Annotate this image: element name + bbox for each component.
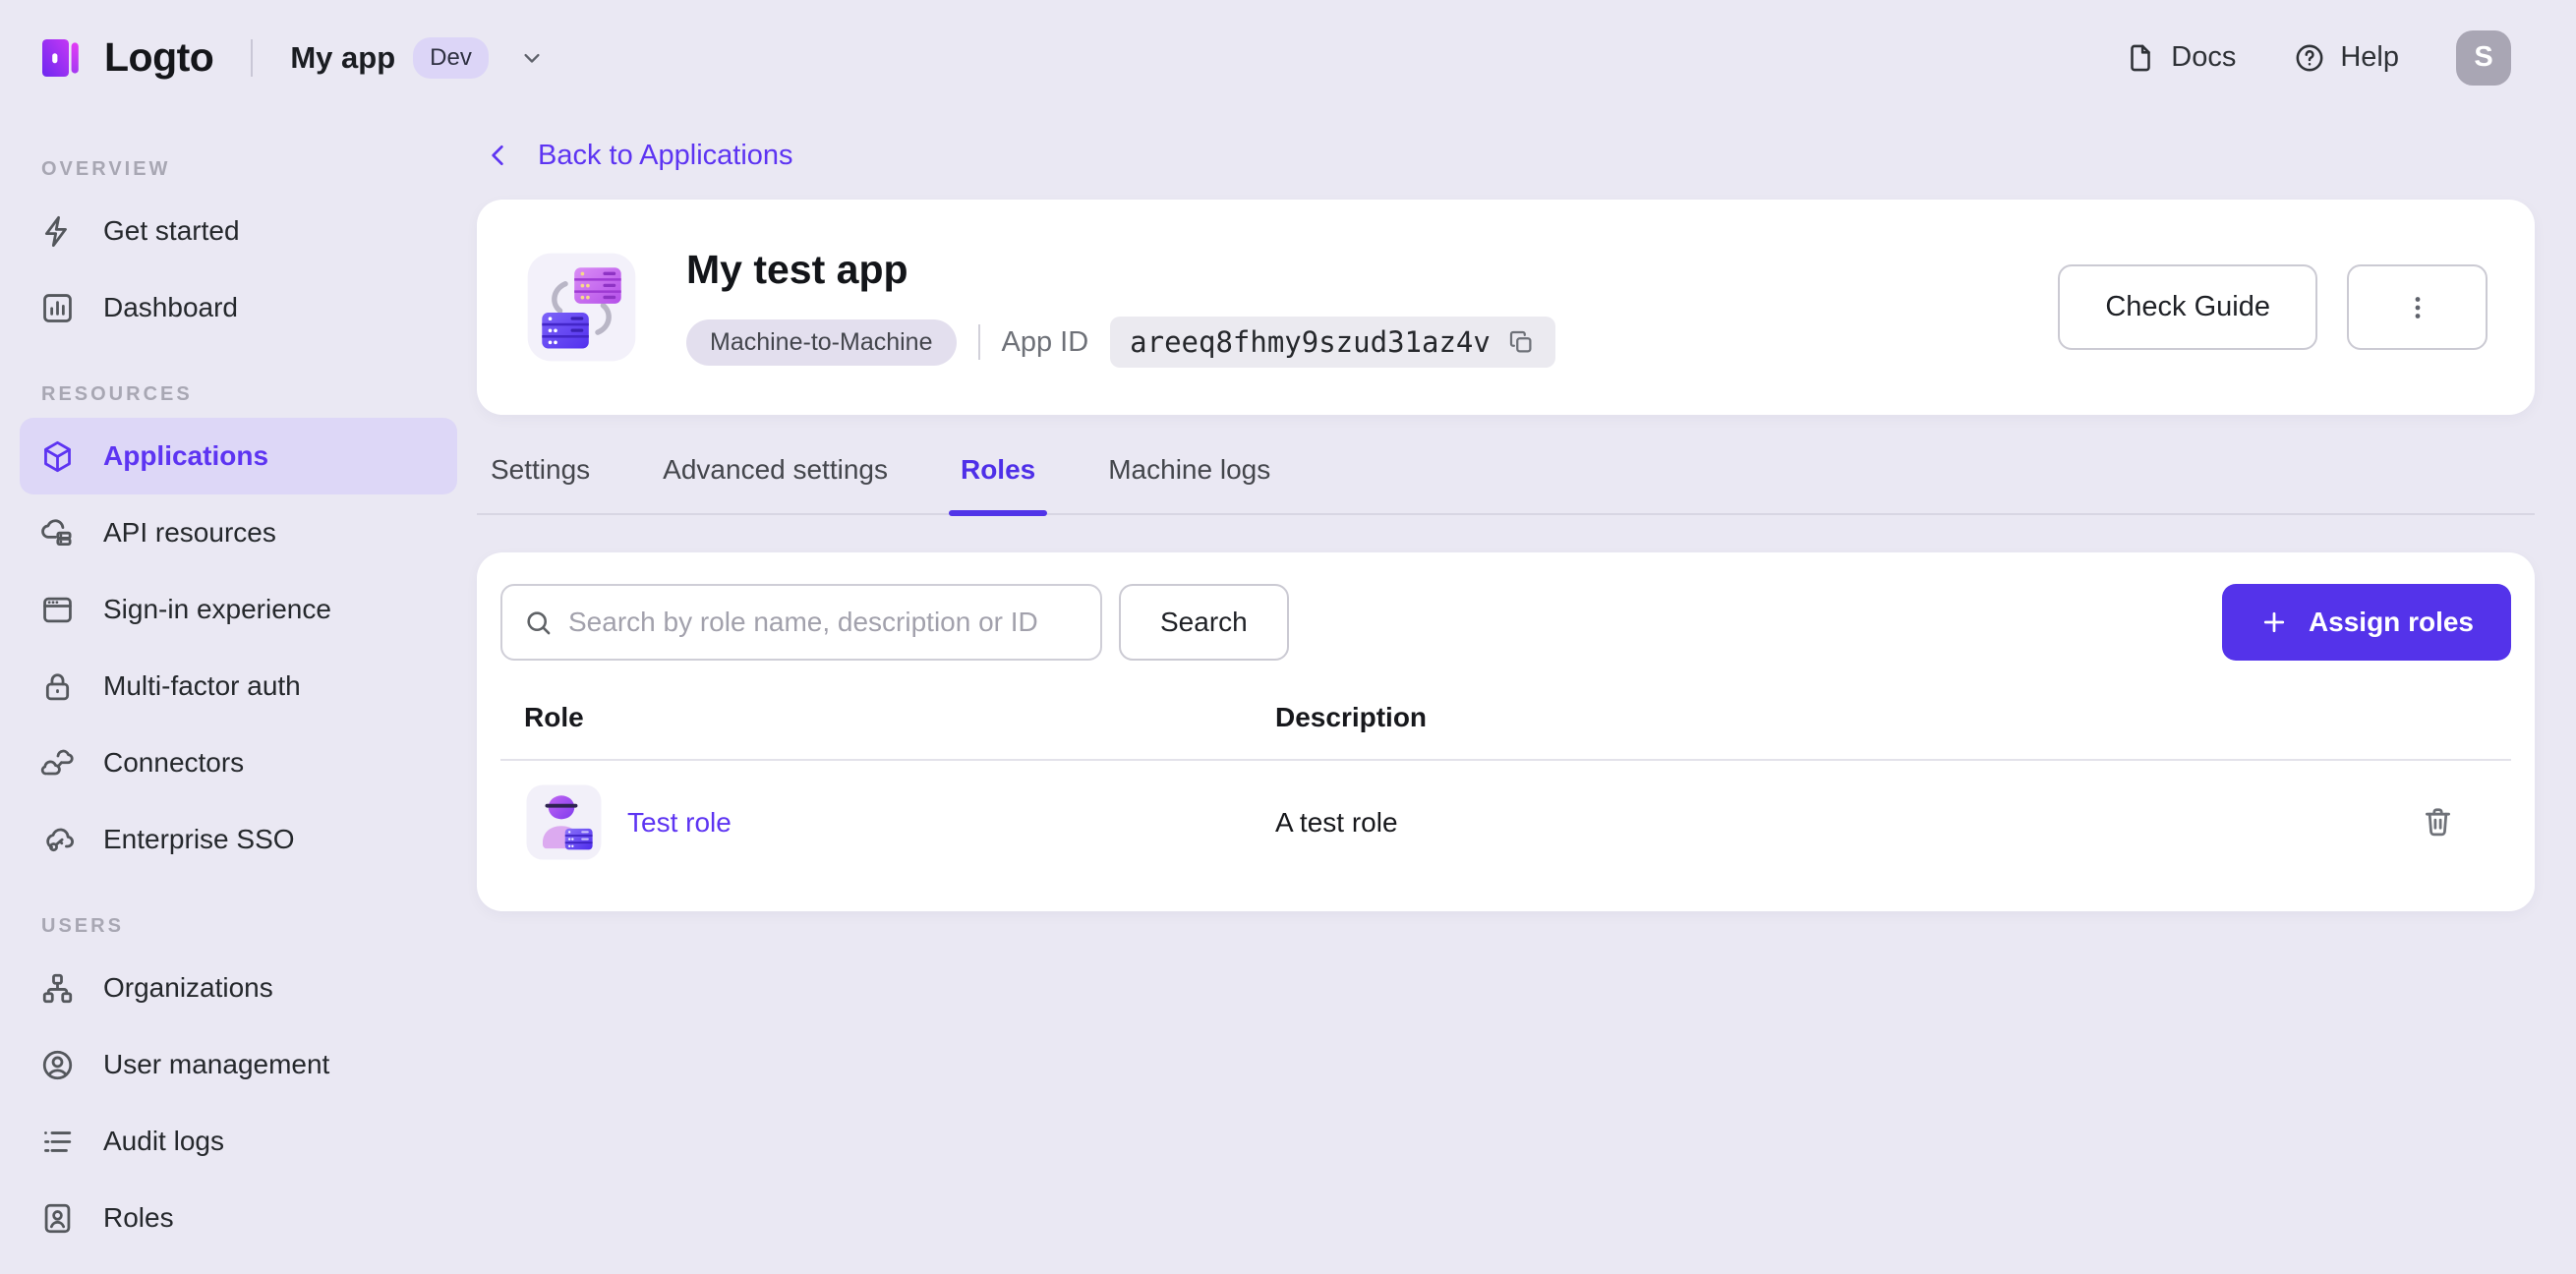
delete-role-button[interactable] (2416, 800, 2460, 844)
assign-roles-label: Assign roles (2308, 607, 2474, 637)
back-to-applications-link[interactable]: Back to Applications (483, 127, 793, 184)
sidebar-item-dashboard[interactable]: Dashboard (20, 269, 457, 346)
column-header-actions (2417, 712, 2511, 743)
sidebar-item-user-management[interactable]: User management (20, 1026, 457, 1103)
sidebar-item-get-started[interactable]: Get started (20, 193, 457, 269)
sidebar-item-label: Dashboard (103, 292, 238, 322)
meta-divider (977, 324, 980, 360)
user-circle-icon (39, 1047, 76, 1083)
avatar[interactable]: S (2456, 29, 2511, 86)
app-id-label: App ID (1001, 325, 1089, 358)
sidebar-item-label: Audit logs (103, 1126, 224, 1156)
logo[interactable]: Logto (39, 34, 214, 82)
search-input[interactable] (568, 607, 1080, 638)
role-icon (524, 782, 604, 862)
sidebar-item-label: Multi-factor auth (103, 670, 301, 701)
roles-table: Role Description Test role A test role (500, 696, 2511, 872)
tab-settings[interactable]: Settings (491, 454, 590, 513)
browser-icon (39, 592, 76, 628)
sidebar-item-label: Enterprise SSO (103, 824, 295, 854)
sidebar-item-sign-in-experience[interactable]: Sign-in experience (20, 571, 457, 648)
kebab-icon (2401, 291, 2434, 324)
avatar-letter: S (2474, 41, 2493, 73)
plus-icon (2259, 608, 2289, 637)
help-icon (2293, 41, 2326, 75)
tab-machine-logs[interactable]: Machine logs (1108, 454, 1270, 513)
lock-icon (39, 668, 76, 705)
cloud-box-icon (39, 515, 76, 551)
sidebar-item-label: Applications (103, 440, 269, 471)
roles-panel: Search Assign roles Role Description (477, 552, 2535, 911)
sidebar-item-enterprise-sso[interactable]: Enterprise SSO (20, 801, 457, 878)
logo-text: Logto (104, 34, 214, 80)
search-input-wrapper (500, 584, 1102, 661)
assign-roles-button[interactable]: Assign roles (2221, 584, 2511, 661)
app-icon (524, 250, 639, 365)
sidebar-item-label: User management (103, 1049, 330, 1079)
tenant-name: My app (290, 39, 396, 75)
app-title: My test app (686, 247, 908, 292)
help-button[interactable]: Help (2293, 41, 2399, 75)
search-button[interactable]: Search (1119, 584, 1289, 661)
app-type-badge: Machine-to-Machine (686, 318, 957, 366)
column-header-description: Description (1275, 702, 1428, 732)
sidebar-item-label: Organizations (103, 972, 273, 1003)
clouds-icon (39, 745, 76, 782)
sidebar-item-api-resources[interactable]: API resources (20, 494, 457, 571)
check-guide-button[interactable]: Check Guide (2058, 264, 2317, 350)
sidebar-section-resources: RESOURCES (41, 383, 193, 405)
app-header-card: My test app Machine-to-Machine App ID ar… (477, 200, 2535, 415)
sidebar-item-organizations[interactable]: Organizations (20, 950, 457, 1026)
docs-button[interactable]: Docs (2124, 41, 2236, 75)
docs-icon (2124, 41, 2157, 75)
sidebar-section-users: USERS (41, 915, 124, 937)
org-chart-icon (39, 970, 76, 1007)
table-row: Test role A test role (500, 761, 2511, 872)
search-icon (523, 608, 554, 638)
sidebar-item-label: API resources (103, 517, 276, 548)
tab-advanced-settings[interactable]: Advanced settings (663, 454, 888, 513)
tenant-env-badge: Dev (413, 36, 489, 79)
tab-roles[interactable]: Roles (948, 454, 1048, 516)
topbar-divider (251, 38, 254, 77)
docs-label: Docs (2171, 41, 2237, 73)
app-id-value: areeq8fhmy9szud31az4v (1130, 325, 1491, 359)
logto-logo-icon (39, 34, 87, 82)
table-header-row: Role Description (500, 696, 2511, 761)
tab-bar: Settings Advanced settings Roles Machine… (477, 454, 2535, 516)
role-description: A test role (1275, 806, 1398, 838)
sidebar-item-label: Connectors (103, 747, 245, 778)
copy-icon[interactable] (1506, 327, 1536, 357)
sidebar-item-label: Get started (103, 215, 240, 246)
lightning-icon (39, 213, 76, 250)
sidebar-section-overview: OVERVIEW (41, 158, 171, 180)
topbar: Logto My app Dev Docs Help S (0, 0, 2576, 115)
cloud-key-icon (39, 822, 76, 858)
main-content: Back to Applications My test app Machine… (477, 115, 2576, 911)
sidebar-item-connectors[interactable]: Connectors (20, 724, 457, 801)
tenant-selector[interactable]: My app Dev (290, 36, 546, 79)
sidebar: OVERVIEW Get started Dashboard RESOURCES… (0, 115, 477, 1256)
chevron-left-icon (483, 140, 514, 171)
cube-icon (39, 438, 76, 475)
back-link-label: Back to Applications (538, 139, 793, 171)
sidebar-item-applications[interactable]: Applications (20, 418, 457, 494)
sidebar-item-audit-logs[interactable]: Audit logs (20, 1103, 457, 1180)
app-id-pill[interactable]: areeq8fhmy9szud31az4v (1110, 317, 1555, 368)
sidebar-item-multi-factor-auth[interactable]: Multi-factor auth (20, 648, 457, 724)
sidebar-item-roles[interactable]: Roles (20, 1180, 457, 1256)
sidebar-item-label: Sign-in experience (103, 594, 331, 624)
id-badge-icon (39, 1200, 76, 1237)
chevron-down-icon (518, 44, 546, 72)
trash-icon (2420, 804, 2456, 840)
list-icon (39, 1124, 76, 1160)
column-header-role: Role (524, 702, 584, 732)
role-name-link[interactable]: Test role (627, 807, 732, 839)
sidebar-item-label: Roles (103, 1202, 174, 1233)
more-actions-button[interactable] (2347, 264, 2488, 350)
help-label: Help (2340, 41, 2399, 73)
bar-chart-icon (39, 290, 76, 326)
